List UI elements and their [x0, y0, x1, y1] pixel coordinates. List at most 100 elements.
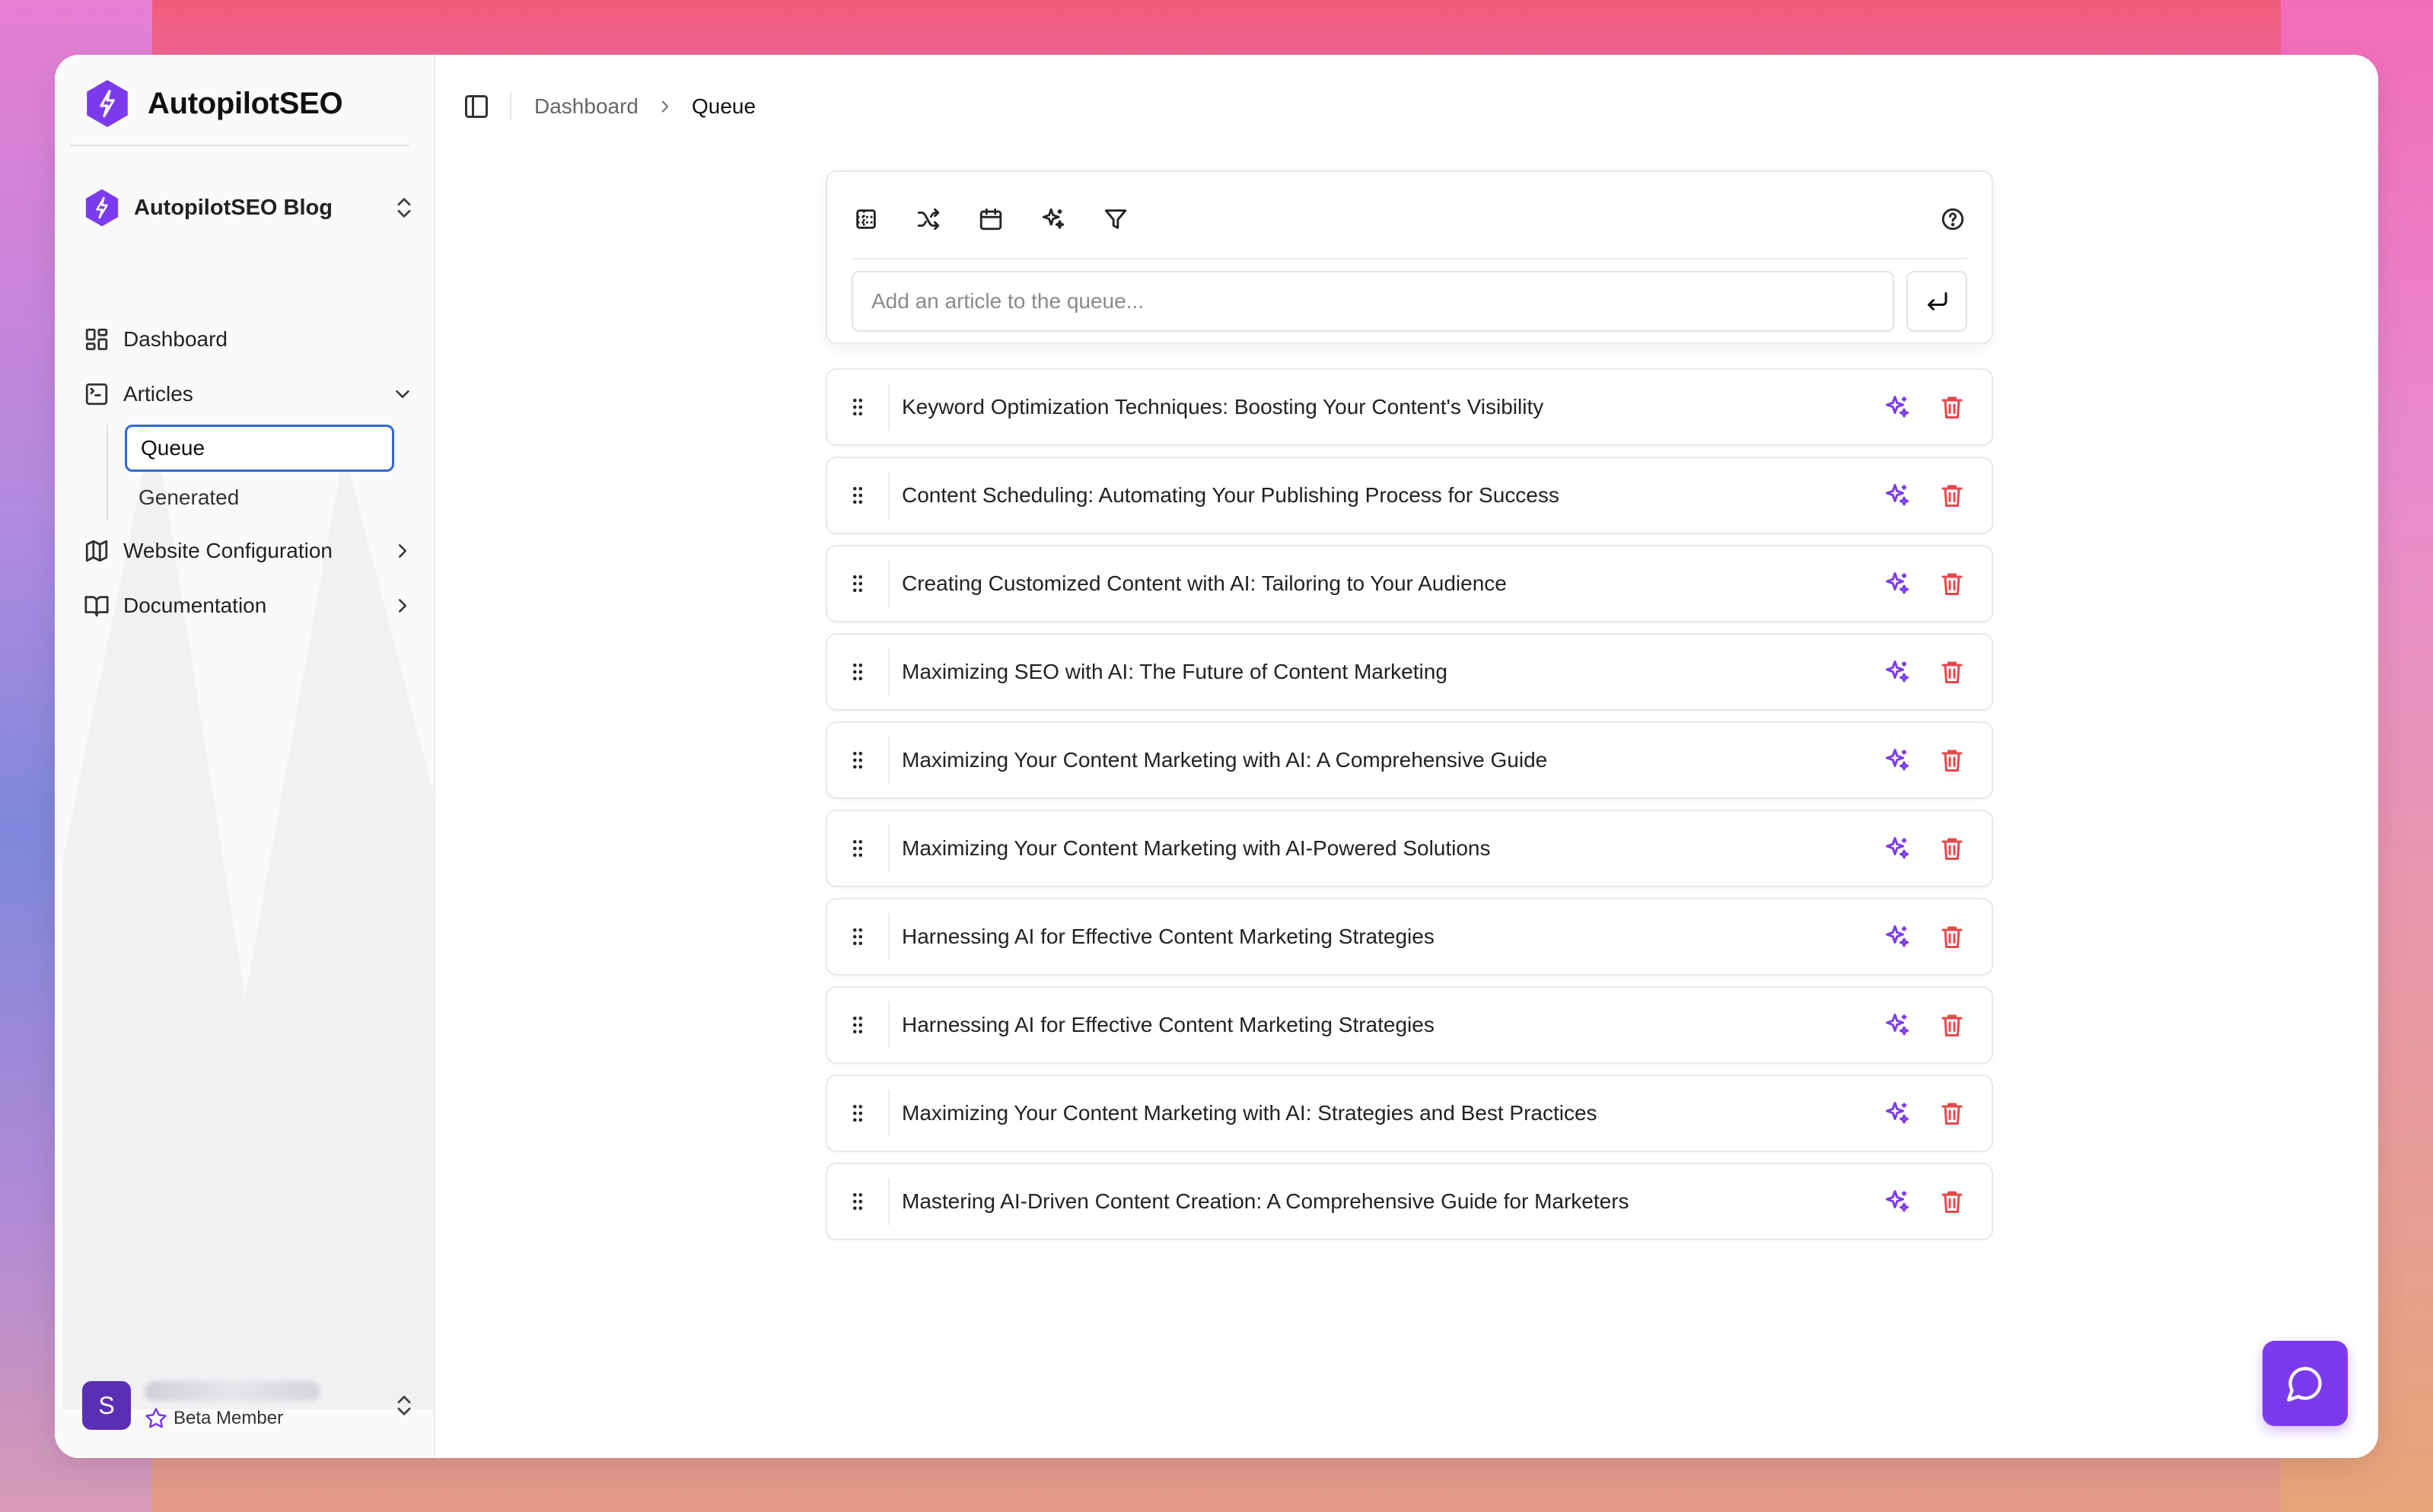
brand[interactable]: AutopilotSEO [82, 72, 343, 135]
drag-handle[interactable] [827, 546, 888, 621]
trash-icon[interactable] [1938, 393, 1966, 421]
sidebar-item-generated[interactable]: Generated [125, 475, 394, 520]
trash-icon[interactable] [1938, 570, 1966, 597]
trash-icon[interactable] [1938, 746, 1966, 774]
article-title: Maximizing Your Content Marketing with A… [902, 1101, 1597, 1125]
list-item[interactable]: Maximizing Your Content Marketing with A… [826, 721, 1993, 799]
filter-icon[interactable] [1103, 206, 1129, 232]
drag-handle[interactable] [827, 988, 888, 1062]
sparkles-icon[interactable] [1040, 206, 1066, 232]
sidebar-item-label: Dashboard [123, 327, 228, 351]
chat-button[interactable] [2263, 1341, 2348, 1426]
drag-handle[interactable] [827, 370, 888, 444]
sidebar-item-documentation[interactable]: Documentation [78, 578, 420, 633]
drag-handle[interactable] [827, 723, 888, 797]
composer-toolbar [853, 190, 1966, 248]
sparkles-icon[interactable] [1884, 658, 1911, 686]
grip-vertical-icon [853, 928, 862, 945]
map-icon [85, 540, 108, 562]
sidebar-item-dashboard[interactable]: Dashboard [78, 312, 420, 367]
star-icon [145, 1408, 167, 1428]
chevron-right-icon [399, 599, 406, 613]
queue-list: Keyword Optimization Techniques: Boostin… [826, 368, 1993, 1251]
sidebar-item-label: Documentation [123, 594, 267, 617]
sparkles-icon[interactable] [1884, 482, 1911, 509]
list-item[interactable]: Maximizing SEO with AI: The Future of Co… [826, 633, 1993, 711]
sparkles-icon[interactable] [1884, 1100, 1911, 1127]
sidebar-toggle-icon[interactable] [463, 93, 490, 120]
calendar-icon[interactable] [978, 206, 1004, 232]
sparkles-icon[interactable] [1884, 1011, 1911, 1039]
chevrons-up-down-icon [397, 1396, 411, 1415]
drag-handle[interactable] [827, 811, 888, 886]
drag-handle[interactable] [827, 899, 888, 974]
trash-icon[interactable] [1938, 658, 1966, 686]
drag-handle[interactable] [827, 458, 888, 533]
sparkles-icon[interactable] [1884, 1188, 1911, 1215]
sparkles-icon[interactable] [1884, 746, 1911, 774]
book-open-icon [84, 596, 109, 617]
sidebar-item-articles[interactable]: Articles [78, 367, 420, 422]
terminal-square-icon [85, 383, 108, 406]
composer-divider [852, 258, 1967, 259]
shuffle-icon[interactable] [916, 206, 941, 232]
grip-vertical-icon [853, 575, 862, 592]
project-switcher[interactable]: AutopilotSEO Blog [82, 184, 417, 231]
grip-vertical-icon [853, 664, 862, 680]
logo-icon [87, 80, 128, 127]
trash-icon[interactable] [1938, 923, 1966, 950]
list-item[interactable]: Harnessing AI for Effective Content Mark… [826, 898, 1993, 976]
grip-vertical-icon [853, 487, 862, 504]
dashboard-icon [85, 328, 108, 351]
trash-icon[interactable] [1938, 482, 1966, 509]
sparkles-icon[interactable] [1884, 393, 1911, 421]
trash-icon[interactable] [1938, 1011, 1966, 1039]
sidebar-divider [70, 145, 409, 146]
drag-handle[interactable] [827, 1076, 888, 1151]
trash-icon[interactable] [1938, 1100, 1966, 1127]
sparkles-icon[interactable] [1884, 835, 1911, 862]
list-item[interactable]: Content Scheduling: Automating Your Publ… [826, 457, 1993, 534]
list-item[interactable]: Harnessing AI for Effective Content Mark… [826, 986, 1993, 1064]
article-title: Keyword Optimization Techniques: Boostin… [902, 395, 1544, 419]
sidebar-item-queue[interactable]: Queue [125, 425, 394, 472]
chevron-down-icon [396, 390, 409, 398]
article-title: Maximizing Your Content Marketing with A… [902, 836, 1491, 860]
add-article-input[interactable] [852, 271, 1894, 332]
article-title: Creating Customized Content with AI: Tai… [902, 571, 1507, 595]
sidebar: AutopilotSEO AutopilotSEO Blog Dashboard… [55, 55, 435, 1458]
sidebar-item-website-configuration[interactable]: Website Configuration [78, 524, 420, 578]
list-item[interactable]: Mastering AI-Driven Content Creation: A … [826, 1163, 1993, 1240]
topbar-divider [510, 93, 511, 120]
grip-vertical-icon [853, 399, 862, 415]
article-title: Maximizing SEO with AI: The Future of Co… [902, 660, 1447, 683]
list-item[interactable]: Creating Customized Content with AI: Tai… [826, 545, 1993, 622]
help-circle-icon[interactable] [1940, 206, 1966, 232]
drag-handle[interactable] [827, 1164, 888, 1239]
chevron-right-icon [399, 544, 406, 558]
drag-handle[interactable] [827, 635, 888, 709]
main-content: Dashboard Queue Keyword Optimization Tec… [435, 55, 2378, 1458]
article-title: Mastering AI-Driven Content Creation: A … [902, 1189, 1629, 1213]
list-item[interactable]: Maximizing Your Content Marketing with A… [826, 1074, 1993, 1152]
app-window: AutopilotSEO AutopilotSEO Blog Dashboard… [55, 55, 2378, 1458]
trash-icon[interactable] [1938, 1188, 1966, 1215]
table-icon[interactable] [853, 206, 879, 232]
user-name-redacted [145, 1381, 320, 1401]
list-item[interactable]: Maximizing Your Content Marketing with A… [826, 810, 1993, 887]
submit-article-button[interactable] [1906, 271, 1967, 332]
grip-vertical-icon [853, 1017, 862, 1033]
list-item[interactable]: Keyword Optimization Techniques: Boostin… [826, 368, 1993, 446]
queue-composer [826, 170, 1993, 344]
sidebar-item-label: Articles [123, 382, 193, 406]
breadcrumb-current: Queue [691, 94, 756, 118]
sparkles-icon[interactable] [1884, 923, 1911, 950]
member-badge: Beta Member [145, 1407, 377, 1430]
breadcrumb-dashboard[interactable]: Dashboard [534, 94, 639, 119]
user-menu[interactable]: S Beta Member [82, 1371, 417, 1440]
sparkles-icon[interactable] [1884, 570, 1911, 597]
trash-icon[interactable] [1938, 835, 1966, 862]
articles-subnav: Queue Generated [107, 425, 420, 520]
grip-vertical-icon [853, 752, 862, 769]
badge-label: Beta Member [174, 1408, 284, 1428]
